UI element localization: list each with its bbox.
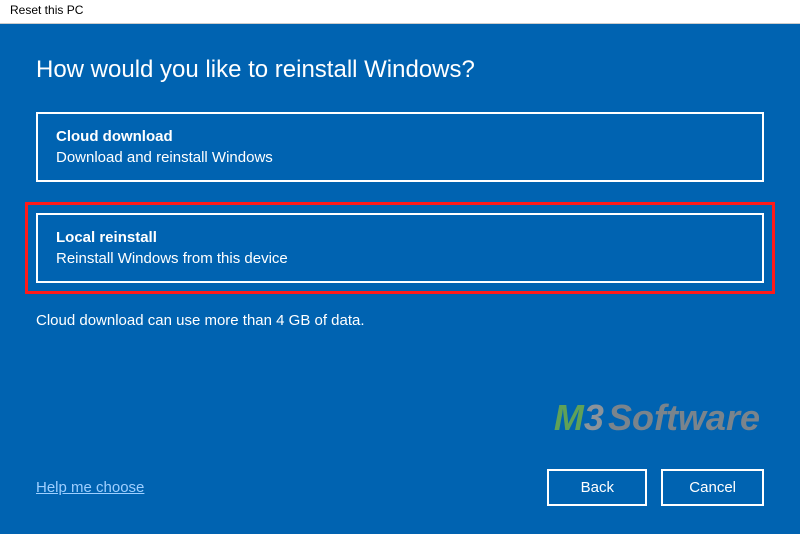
option-description: Reinstall Windows from this device (56, 250, 744, 267)
back-button[interactable]: Back (547, 469, 647, 506)
titlebar: Reset this PC (0, 0, 800, 24)
highlight-annotation: Local reinstall Reinstall Windows from t… (25, 202, 775, 294)
watermark-logo: M3Software (554, 397, 760, 439)
cancel-button[interactable]: Cancel (661, 469, 764, 506)
option-title: Cloud download (56, 128, 744, 145)
option-title: Local reinstall (56, 229, 744, 246)
option-description: Download and reinstall Windows (56, 149, 744, 166)
window-title: Reset this PC (10, 3, 83, 17)
watermark-3: 3 (584, 397, 604, 438)
option-cloud-download[interactable]: Cloud download Download and reinstall Wi… (36, 112, 764, 182)
page-title: How would you like to reinstall Windows? (36, 56, 764, 84)
dialog-body: How would you like to reinstall Windows?… (0, 24, 800, 534)
footer: Help me choose Back Cancel (36, 469, 764, 506)
help-me-choose-link[interactable]: Help me choose (36, 479, 144, 496)
watermark-software: Software (608, 397, 760, 438)
option-local-reinstall[interactable]: Local reinstall Reinstall Windows from t… (36, 213, 764, 283)
button-row: Back Cancel (547, 469, 764, 506)
data-usage-note: Cloud download can use more than 4 GB of… (36, 312, 764, 329)
watermark-m: M (554, 397, 584, 438)
